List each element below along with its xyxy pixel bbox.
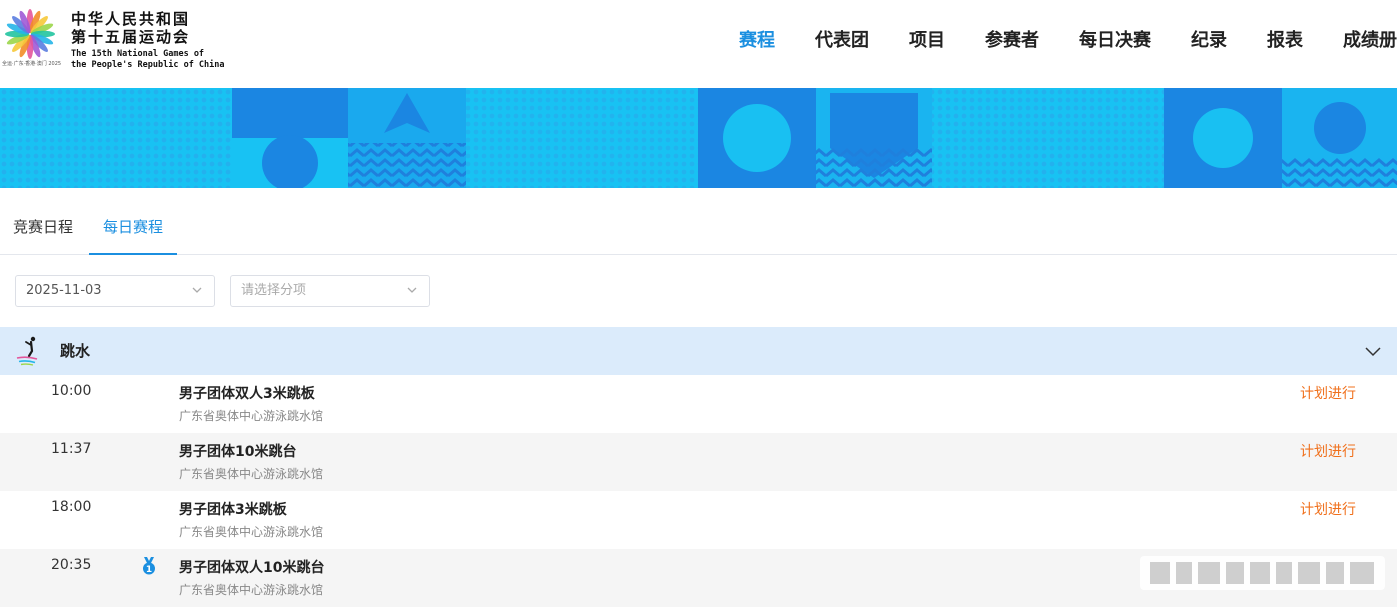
event-time: 20:35 [51,557,92,573]
event-venue: 广东省奥体中心游泳跳水馆 [179,583,324,597]
schedule-tabs: 竞赛日程 每日赛程 [0,200,1397,255]
event-name[interactable]: 男子团体10米跳台 [179,441,296,461]
nav-item-athletes[interactable]: 参赛者 [985,26,1039,56]
event-status: 计划进行 [1300,386,1356,402]
chevron-down-icon [407,287,417,293]
date-select[interactable]: 2025-11-03 [15,275,215,307]
event-status: 计划进行 [1300,502,1356,518]
event-name[interactable]: 男子团体双人10米跳台 [179,557,324,577]
games-logo[interactable] [2,6,60,68]
nav-item-sports[interactable]: 项目 [909,26,945,56]
event-status: 计划进行 [1300,444,1356,460]
logo-title-en-1: The 15th National Games of [71,49,205,59]
nav-item-records[interactable]: 纪录 [1191,26,1227,56]
medal-icon: 1 [143,557,155,575]
discipline-select[interactable]: 请选择分项 [230,275,430,307]
main-nav: 赛程 代表团 项目 参赛者 每日决赛 纪录 报表 成绩册 [699,26,1397,56]
event-row: 10:00 男子团体双人3米跳板 广东省奥体中心游泳跳水馆 计划进行 [0,375,1397,433]
sport-section-title: 跳水 [60,342,91,360]
tab-competition-schedule[interactable]: 竞赛日程 [13,200,73,254]
event-name[interactable]: 男子团体3米跳板 [179,499,287,519]
tab-daily-schedule[interactable]: 每日赛程 [89,200,178,255]
event-row: 18:00 男子团体3米跳板 广东省奥体中心游泳跳水馆 计划进行 [0,491,1397,549]
nav-item-delegations[interactable]: 代表团 [815,26,869,56]
decorative-banner [0,88,1397,188]
event-time: 18:00 [51,499,92,515]
event-row: 11:37 男子团体10米跳台 广东省奥体中心游泳跳水馆 计划进行 [0,433,1397,491]
watermark [1140,556,1385,590]
date-select-value: 2025-11-03 [26,283,102,298]
discipline-select-placeholder: 请选择分项 [241,283,307,298]
svg-text:1: 1 [146,565,152,575]
nav-item-reports[interactable]: 报表 [1267,26,1303,56]
logo-title-cn-1: 中华人民共和国 [71,10,191,28]
event-time: 10:00 [51,383,92,399]
chevron-down-icon [192,287,202,293]
nav-item-daily-finals[interactable]: 每日决赛 [1079,26,1151,56]
site-header: 全运·广东·香港·澳门 2025 中华人民共和国 第十五届运动会 The 15t… [0,0,1397,88]
sport-section-header[interactable]: 跳水 [0,327,1397,375]
diving-icon [16,336,38,366]
event-time: 11:37 [51,441,92,457]
chevron-down-icon[interactable] [1365,345,1381,357]
logo-subtitle: 全运·广东·香港·澳门 2025 [2,61,62,67]
logo-title-en-2: the People's Republic of China [71,60,225,70]
event-venue: 广东省奥体中心游泳跳水馆 [179,409,324,423]
event-venue: 广东省奥体中心游泳跳水馆 [179,525,324,539]
logo-title-cn-2: 第十五届运动会 [71,28,191,46]
event-name[interactable]: 男子团体双人3米跳板 [179,383,315,403]
event-venue: 广东省奥体中心游泳跳水馆 [179,467,324,481]
nav-item-schedule[interactable]: 赛程 [739,26,775,56]
logo-title: 中华人民共和国 第十五届运动会 The 15th National Games … [71,10,225,71]
nav-item-results-book[interactable]: 成绩册 [1343,26,1397,56]
